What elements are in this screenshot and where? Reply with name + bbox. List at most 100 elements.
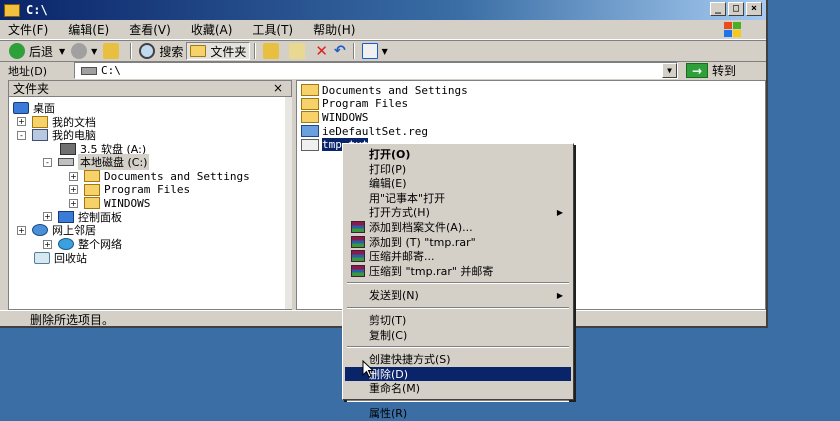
context-menu-item[interactable]: 添加到 (T) "tmp.rar": [345, 235, 571, 249]
context-menu-label: 打开方式(H): [369, 206, 430, 220]
undo-button[interactable]: ↶: [331, 42, 349, 60]
menu-separator: [347, 346, 569, 349]
desktop-icon: [13, 102, 29, 114]
context-menu-label: 压缩到 "tmp.rar" 并邮寄: [369, 264, 494, 278]
forward-button[interactable]: ▼: [68, 42, 100, 60]
tree-node[interactable]: 桌面: [13, 101, 55, 115]
context-menu-item[interactable]: 压缩并邮寄...: [345, 249, 571, 263]
go-button[interactable]: → 转到: [686, 62, 736, 79]
file-list-item[interactable]: Documents and Settings: [301, 83, 468, 97]
chevron-down-icon[interactable]: ▼: [59, 47, 65, 56]
floppy-icon: [60, 142, 76, 155]
chevron-down-icon[interactable]: ▼: [91, 47, 97, 56]
menu-edit[interactable]: 编辑(E): [62, 21, 123, 38]
context-menu-label: 创建快捷方式(S): [369, 353, 451, 367]
menu-help[interactable]: 帮助(H): [307, 21, 369, 38]
toolbar-separator: [352, 43, 355, 59]
toolbar: 后退 ▼ ▼ 搜索 文件夹 ✕ ↶ ▼: [0, 40, 766, 62]
move-to-button[interactable]: [260, 42, 286, 60]
menu-separator: [347, 400, 569, 402]
context-menu-label: 剪切(T): [369, 314, 407, 327]
views-button[interactable]: ▼: [359, 42, 391, 60]
folder-icon: [4, 3, 20, 17]
context-menu-item[interactable]: 用"记事本"打开: [345, 191, 571, 205]
close-button[interactable]: ×: [746, 2, 762, 16]
text-file-icon: [301, 138, 319, 151]
tree-node[interactable]: - 本地磁盘 (C:): [43, 154, 150, 171]
tree-node-label: 回收站: [54, 251, 87, 265]
collapse-icon[interactable]: -: [43, 157, 52, 167]
winrar-icon: [351, 264, 365, 277]
submenu-arrow-icon: ▶: [556, 290, 563, 300]
address-input[interactable]: C:\ ▼: [74, 62, 678, 79]
context-menu-item[interactable]: 打开(O): [345, 147, 571, 161]
up-folder-icon: [103, 43, 120, 59]
close-pane-icon[interactable]: ×: [273, 81, 283, 95]
folder-tree-pane: 文件夹 × 桌面 + 我的文档 - 我的电脑 3.5 软盘 (A:) - 本地磁盘 (C:) +…: [8, 80, 292, 310]
context-menu-item[interactable]: 创建快捷方式(S): [345, 352, 571, 366]
context-menu-item[interactable]: 打开方式(H) ▶: [345, 205, 571, 219]
tree-node-label: Program Files: [104, 183, 191, 197]
context-menu-item[interactable]: 添加到档案文件(A)...: [345, 220, 571, 234]
folder-icon: [301, 84, 319, 96]
context-menu-item[interactable]: 属性(R): [345, 406, 571, 420]
context-menu-item[interactable]: 发送到(N) ▶: [345, 288, 571, 302]
context-menu-item[interactable]: 压缩到 "tmp.rar" 并邮寄: [345, 264, 571, 278]
copy-to-button[interactable]: [286, 42, 312, 60]
expand-icon[interactable]: +: [17, 225, 26, 235]
context-menu-label: 发送到(N): [369, 289, 419, 303]
tree-node[interactable]: + Program Files: [69, 183, 190, 197]
context-menu-label: 复制(C): [369, 328, 408, 342]
go-arrow-icon: →: [686, 63, 708, 78]
maximize-button[interactable]: □: [728, 2, 744, 16]
context-menu-label: 压缩并邮寄...: [369, 250, 435, 264]
context-menu-label: 编辑(E): [369, 177, 407, 191]
context-menu-item[interactable]: 编辑(E): [345, 176, 571, 190]
folder-icon: [301, 111, 319, 124]
minimize-button[interactable]: _: [710, 2, 726, 16]
tree-scrollbar[interactable]: [285, 97, 292, 309]
tree-node[interactable]: + Documents and Settings: [69, 169, 250, 183]
context-menu-item[interactable]: 复制(C): [345, 328, 571, 342]
context-menu-item[interactable]: 剪切(T): [345, 313, 571, 327]
winrar-icon: [351, 235, 365, 248]
file-list-item[interactable]: ieDefaultSet.reg: [301, 124, 428, 138]
back-button[interactable]: 后退 ▼: [6, 42, 68, 60]
menu-favorites[interactable]: 收藏(A): [185, 21, 247, 38]
drive-icon: [81, 66, 97, 75]
menu-tools[interactable]: 工具(T): [246, 21, 307, 38]
winrar-icon: [351, 221, 365, 233]
network-icon: [32, 224, 48, 237]
expand-icon[interactable]: +: [69, 171, 78, 181]
tree-node[interactable]: 回收站: [34, 251, 87, 265]
file-name: WINDOWS: [322, 110, 369, 124]
address-dropdown-button[interactable]: ▼: [662, 63, 677, 78]
chevron-down-icon: ▼: [381, 46, 388, 56]
up-folder-button[interactable]: [100, 42, 126, 60]
reg-file-icon: [301, 125, 319, 138]
expand-icon[interactable]: +: [43, 212, 52, 222]
move-to-icon: [263, 43, 280, 59]
title-bar[interactable]: C:\ _ □ ×: [0, 0, 766, 20]
context-menu-item[interactable]: 删除(D): [345, 366, 571, 381]
menu-file[interactable]: 文件(F): [0, 21, 62, 38]
computer-icon: [32, 129, 48, 142]
expand-icon[interactable]: +: [17, 117, 26, 127]
expand-icon[interactable]: +: [43, 239, 52, 249]
folder-pane-header: 文件夹 ×: [9, 81, 291, 97]
context-menu-label: 添加到档案文件(A)...: [369, 221, 473, 234]
search-button[interactable]: 搜索: [136, 42, 186, 60]
delete-button[interactable]: ✕: [312, 42, 331, 60]
file-list-item[interactable]: Program Files: [301, 97, 408, 111]
context-menu-item[interactable]: 重命名(M): [345, 381, 571, 395]
folders-button[interactable]: 文件夹: [186, 42, 251, 60]
menu-separator: [347, 282, 569, 285]
file-list-item[interactable]: WINDOWS: [301, 110, 368, 124]
menu-view[interactable]: 查看(V): [123, 21, 185, 38]
expand-icon[interactable]: +: [69, 198, 78, 208]
file-name: ieDefaultSet.reg: [322, 124, 428, 138]
collapse-icon[interactable]: -: [17, 130, 26, 140]
expand-icon[interactable]: +: [69, 185, 78, 195]
documents-icon: [32, 115, 48, 128]
context-menu-item[interactable]: 打印(P): [345, 162, 571, 176]
